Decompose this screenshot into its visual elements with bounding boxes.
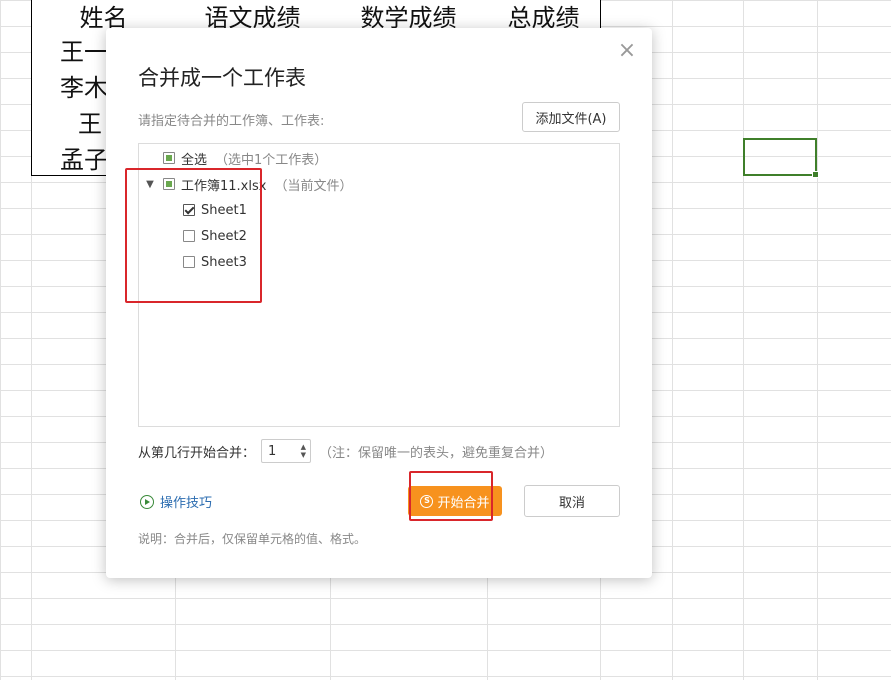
select-all-checkbox[interactable] — [163, 152, 175, 164]
dialog-title: 合并成一个工作表 — [138, 66, 306, 90]
annotation-box-merge — [409, 471, 493, 521]
column-line — [817, 0, 818, 680]
column-line — [743, 0, 744, 680]
play-icon — [140, 494, 154, 509]
start-row-value[interactable]: 1 — [268, 444, 276, 459]
tips-label[interactable]: 操作技巧 — [160, 492, 212, 511]
add-file-button[interactable]: 添加文件(A) — [522, 102, 620, 132]
cancel-button[interactable]: 取消 — [524, 485, 620, 517]
start-row-setting: 从第几行开始合并： 1 ▲ ▼ （注：保留唯一的表头，避免重复合并） — [138, 438, 553, 464]
close-icon[interactable]: × — [616, 40, 638, 62]
start-row-label: 从第几行开始合并： — [138, 445, 256, 461]
start-row-note: （注：保留唯一的表头，避免重复合并） — [319, 445, 554, 461]
tips-link[interactable]: 操作技巧 — [140, 492, 212, 511]
dialog-subtitle: 请指定待合并的工作簿、工作表: — [138, 114, 325, 129]
start-row-stepper[interactable]: 1 ▲ ▼ — [261, 439, 312, 463]
select-all-label: 全选 — [181, 152, 208, 168]
merge-worksheets-dialog: × 合并成一个工作表 请指定待合并的工作簿、工作表: 添加文件(A) 全选 （选… — [106, 28, 652, 578]
annotation-box-sheets — [125, 168, 262, 303]
select-all-note: （选中1个工作表） — [215, 152, 328, 168]
select-all-row[interactable]: 全选 （选中1个工作表） — [163, 147, 327, 169]
stepper-arrows-icon[interactable]: ▲ ▼ — [301, 443, 306, 459]
workbook-note: （当前文件） — [274, 178, 353, 194]
column-line — [672, 0, 673, 680]
dialog-footnote: 说明：合并后，仅保留单元格的值、格式。 — [138, 532, 367, 546]
selected-cell[interactable] — [743, 138, 819, 178]
